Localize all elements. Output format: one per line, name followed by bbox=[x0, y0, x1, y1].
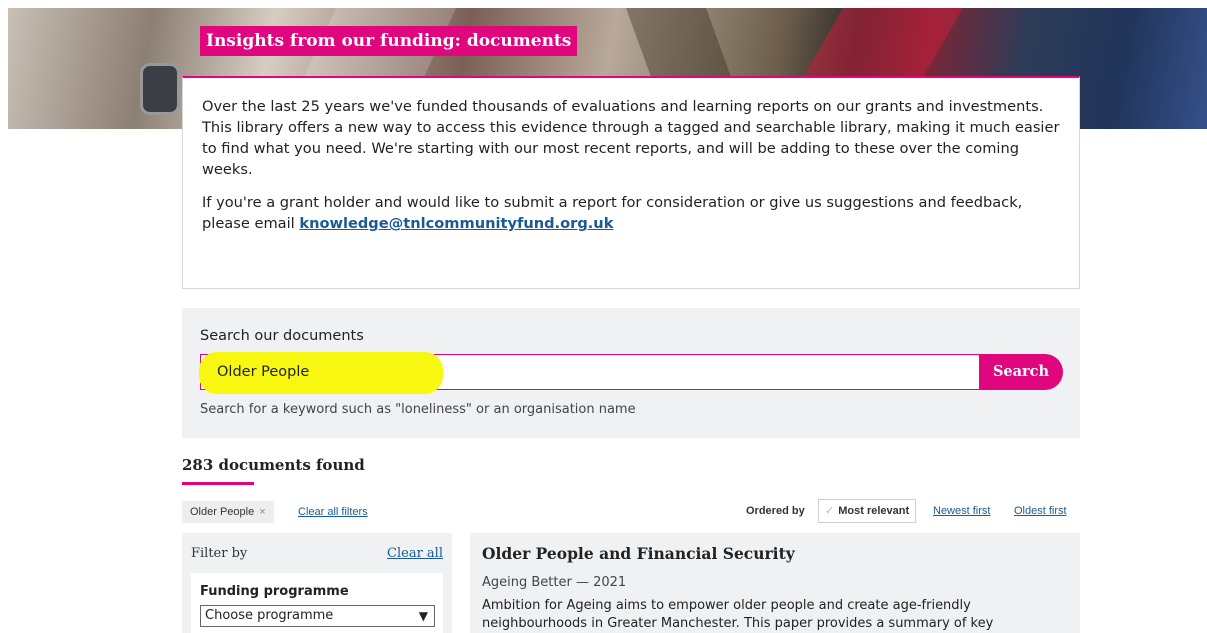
intro-box: Over the last 25 years we've funded thou… bbox=[182, 76, 1080, 289]
search-label: Search our documents bbox=[200, 328, 364, 344]
funding-programme-label: Funding programme bbox=[200, 584, 349, 599]
result-meta: Ageing Better — 2021 bbox=[482, 575, 627, 590]
clear-all-link[interactable]: Clear all bbox=[387, 543, 443, 565]
search-panel: Search our documents Older People Search… bbox=[182, 308, 1080, 438]
chevron-down-icon: ▼ bbox=[418, 609, 428, 623]
search-row: Older People Search bbox=[199, 352, 1063, 394]
funding-programme-selected: Choose programme bbox=[205, 608, 334, 623]
search-button[interactable]: Search bbox=[979, 354, 1063, 390]
filter-header: Filter by Clear all bbox=[191, 543, 443, 565]
order-active-label: Most relevant bbox=[838, 505, 910, 517]
ordered-by-label: Ordered by bbox=[746, 505, 805, 517]
result-title-link[interactable]: Older People and Financial Security bbox=[482, 543, 1068, 565]
results-count: 283 documents found bbox=[182, 456, 365, 474]
active-filter-chip[interactable]: Older People × bbox=[182, 501, 274, 523]
clear-all-filters-link[interactable]: Clear all filters bbox=[298, 501, 368, 523]
order-most-relevant-button[interactable]: ✓ Most relevant bbox=[818, 499, 917, 523]
search-input[interactable]: Older People bbox=[199, 352, 980, 394]
funding-programme-select[interactable]: Choose programme ▼ bbox=[200, 605, 435, 627]
results-underline bbox=[182, 482, 254, 485]
filter-panel: Filter by Clear all Funding programme Ch… bbox=[182, 533, 452, 633]
search-input-value: Older People bbox=[217, 364, 310, 380]
page-title: Insights from our funding: documents bbox=[200, 26, 578, 56]
order-newest-first-link[interactable]: Newest first bbox=[933, 501, 990, 521]
funding-programme-filter: Funding programme Choose programme ▼ bbox=[191, 573, 443, 633]
wristwatch-image bbox=[140, 63, 180, 115]
search-hint: Search for a keyword such as "loneliness… bbox=[200, 402, 636, 417]
intro-paragraph: Over the last 25 years we've funded thou… bbox=[202, 98, 1060, 178]
filter-by-heading: Filter by bbox=[191, 546, 248, 561]
email-link[interactable]: knowledge@tnlcommunityfund.org.uk bbox=[299, 215, 613, 232]
result-description: Ambition for Ageing aims to empower olde… bbox=[482, 598, 994, 631]
order-oldest-first-link[interactable]: Oldest first bbox=[1014, 501, 1067, 521]
result-item: Older People and Financial Security Agei… bbox=[470, 533, 1080, 633]
check-icon: ✓ bbox=[825, 505, 835, 517]
active-filter-label: Older People bbox=[190, 506, 255, 518]
intro-paragraph-contact: If you're a grant holder and would like … bbox=[202, 192, 1061, 234]
remove-filter-icon[interactable]: × bbox=[259, 506, 265, 518]
